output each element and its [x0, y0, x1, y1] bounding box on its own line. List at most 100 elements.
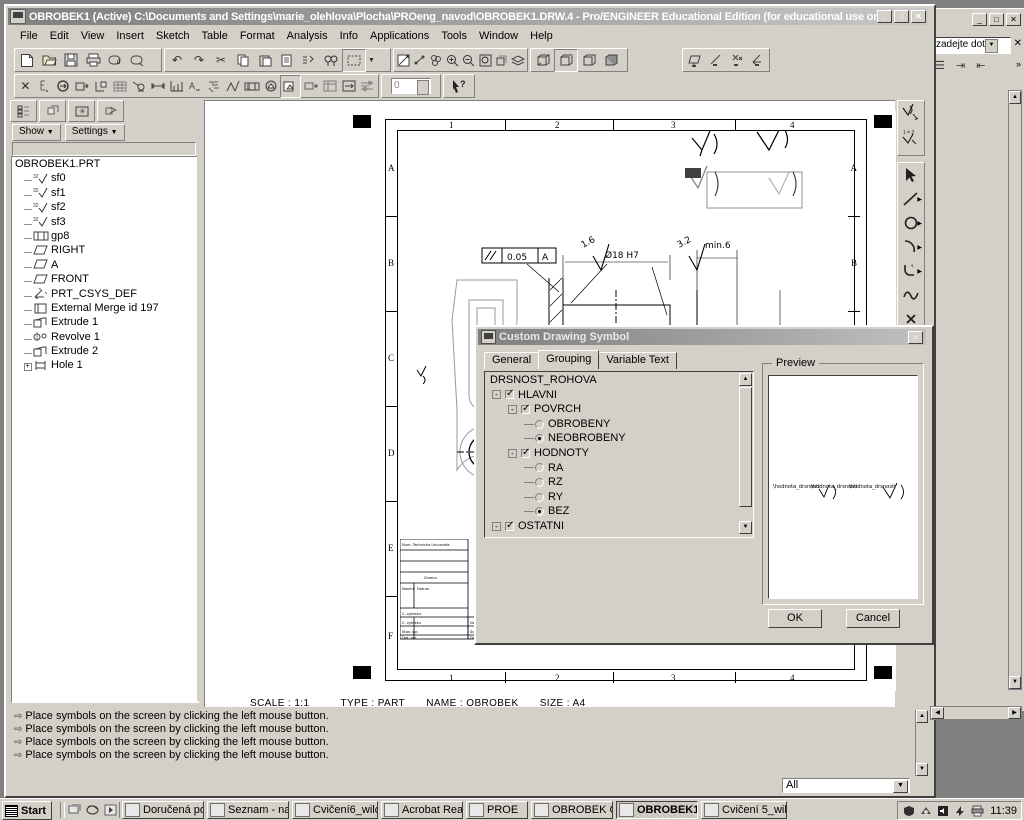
indent-icon[interactable]: ⇥	[956, 60, 965, 72]
toolbar-group-file[interactable]: 0	[14, 48, 162, 72]
flyout-arrow-icon[interactable]: ▶	[917, 244, 922, 251]
menu-insert[interactable]: Insert	[110, 29, 150, 43]
repaint-icon[interactable]	[395, 50, 411, 71]
scroll-right-button[interactable]: ▶	[1008, 707, 1021, 719]
datum-point-icon[interactable]	[726, 50, 747, 71]
radio-neobrobeny[interactable]	[535, 434, 544, 443]
radio-obrobeny[interactable]	[535, 420, 544, 429]
grouping-scroll-down-button[interactable]: ▼	[739, 521, 752, 534]
bg-minimize-button[interactable]: _	[972, 13, 987, 26]
window-controls[interactable]: _ □ ✕	[877, 10, 926, 23]
desktop-vertical-scrollbar[interactable]: ▲ ▼	[1008, 90, 1022, 690]
grouping-item-povrch-1[interactable]: -POVRCH	[486, 402, 738, 417]
query-dropdown-icon[interactable]: ▼	[985, 39, 998, 53]
custom-drawing-symbol-dialog[interactable]: Custom Drawing Symbol ✕ General Grouping…	[474, 325, 934, 645]
tab-model-tree[interactable]	[10, 100, 37, 122]
grouping-item-rz-6[interactable]: RZ	[486, 475, 738, 490]
minimize-button[interactable]: _	[877, 10, 892, 23]
table-icon[interactable]	[110, 76, 129, 97]
grouping-tree-root[interactable]: DRSNOST_ROHOVA	[486, 373, 738, 388]
surf-finish-icon[interactable]	[224, 76, 243, 97]
copy-icon[interactable]	[232, 50, 254, 71]
refit-icon[interactable]	[477, 50, 493, 71]
redo-icon[interactable]: ↷	[188, 50, 210, 71]
datum-axes-icon[interactable]	[411, 50, 427, 71]
tree-item-right[interactable]: RIGHT	[12, 243, 198, 257]
spin-center-icon[interactable]	[428, 50, 444, 71]
taskbar-item-0[interactable]: Doručená poš...	[122, 801, 204, 819]
collapse-icon[interactable]: -	[508, 449, 517, 458]
menu-bar[interactable]: File Edit View Insert Sketch Table Forma…	[8, 27, 928, 45]
menu-help[interactable]: Help	[524, 29, 559, 43]
grouping-item-neobrobeny-3[interactable]: NEOBROBENY	[486, 431, 738, 446]
tree-item-hole-1[interactable]: +Hole 1	[12, 358, 198, 372]
datum-plane-icon[interactable]	[684, 50, 705, 71]
tree-item-sf2[interactable]: 32sf2	[12, 200, 198, 214]
close-button[interactable]: ✕	[911, 10, 926, 23]
lock-icon[interactable]	[92, 76, 111, 97]
toolbar-group-value[interactable]: 0	[381, 74, 441, 98]
sym-palette-icon[interactable]	[262, 76, 281, 97]
grouping-item-ra-5[interactable]: RA	[486, 461, 738, 476]
ie-icon[interactable]	[83, 801, 101, 818]
menu-applications[interactable]: Applications	[364, 29, 435, 43]
delete-icon[interactable]: ✕	[16, 76, 35, 97]
select-box-icon[interactable]	[342, 49, 366, 72]
toolbar-group-display[interactable]	[530, 48, 628, 72]
datum-csys-icon[interactable]	[747, 50, 768, 71]
balloon-icon[interactable]	[129, 76, 148, 97]
menu-table[interactable]: Table	[196, 29, 234, 43]
zoom-in-icon[interactable]	[444, 50, 460, 71]
paste-special-icon[interactable]	[276, 50, 298, 71]
grouping-item-hlavni-0[interactable]: -HLAVNI	[486, 388, 738, 403]
taskbar[interactable]: Start Doručená poš...Seznam - najd...Cvi…	[0, 798, 1024, 820]
tree-item-gp8[interactable]: gp8	[12, 229, 198, 243]
tab-relations[interactable]	[97, 100, 124, 122]
radio-ra[interactable]	[535, 463, 544, 472]
volume-icon[interactable]	[936, 804, 950, 818]
reorient-icon[interactable]	[493, 50, 509, 71]
cancel-button[interactable]: Cancel	[846, 609, 900, 628]
expand-icon[interactable]: +	[22, 358, 33, 372]
quick-launch[interactable]	[60, 801, 124, 818]
model-tree-list[interactable]: OBROBEK1.PRT 32sf032sf132sf232sf3gp8RIGH…	[11, 156, 199, 703]
model-tree-tabs[interactable]: ✳	[10, 100, 126, 122]
geom-tol-icon[interactable]: A	[186, 76, 205, 97]
annotate-icon[interactable]	[35, 76, 54, 97]
cut-icon[interactable]: ✂	[210, 50, 232, 71]
desktop-horizontal-scrollbar[interactable]: ◀ ▶	[930, 706, 1022, 720]
menu-info[interactable]: Info	[334, 29, 364, 43]
toolbar-group-datum[interactable]	[682, 48, 770, 72]
taskbar-item-7[interactable]: Cvičení 5_wild...	[701, 801, 787, 819]
vtool-group-symbols[interactable]: 1 = 2	[897, 100, 925, 156]
checkbox-hlavni[interactable]	[505, 390, 514, 399]
msg-scroll-up-button[interactable]: ▲	[916, 710, 928, 723]
tree-item-extrude-1[interactable]: Extrude 1	[12, 315, 198, 329]
grouping-tree-box[interactable]: DRSNOST_ROHOVA -HLAVNI-POVRCHOBROBENYNEO…	[484, 371, 754, 538]
taskbar-item-5[interactable]: OBROBEK C:\...	[531, 801, 613, 819]
table-grid-icon[interactable]	[320, 76, 339, 97]
system-tray[interactable]: 11:39	[897, 801, 1022, 820]
task-button-list[interactable]: Doručená poš...Seznam - najd...Cvičení6_…	[122, 801, 892, 819]
grouping-scroll-up-button[interactable]: ▲	[739, 373, 752, 386]
query-close-icon[interactable]: ✕	[1014, 38, 1022, 49]
radio-ry[interactable]	[535, 493, 544, 502]
taskbar-item-1[interactable]: Seznam - najd...	[207, 801, 289, 819]
tab-general[interactable]: General	[484, 352, 539, 369]
flyout-arrow-icon[interactable]: ▶	[917, 268, 922, 275]
tab-grouping[interactable]: Grouping	[538, 350, 599, 369]
model-tree-column-header[interactable]	[12, 142, 196, 156]
grouping-tree-inner[interactable]: DRSNOST_ROHOVA -HLAVNI-POVRCHOBROBENYNEO…	[486, 373, 738, 534]
checkbox-povrch[interactable]	[521, 405, 530, 414]
menu-tools[interactable]: Tools	[435, 29, 473, 43]
ok-button[interactable]: OK	[768, 609, 822, 628]
taskbar-item-2[interactable]: Cvičení6_wildf...	[292, 801, 378, 819]
custom-symbol-icon[interactable]	[280, 75, 301, 98]
checkbox-ostatni[interactable]	[505, 522, 514, 531]
bg-toolbar[interactable]: ☰ ⇥ ⇤ »	[935, 59, 1021, 79]
toolbar-group-help[interactable]: ?	[443, 74, 475, 98]
collapse-icon[interactable]: -	[492, 522, 501, 531]
grouping-item-bez-8[interactable]: BEZ	[486, 504, 738, 519]
format-icon[interactable]	[358, 76, 377, 97]
select-arrow-icon[interactable]	[898, 163, 924, 187]
